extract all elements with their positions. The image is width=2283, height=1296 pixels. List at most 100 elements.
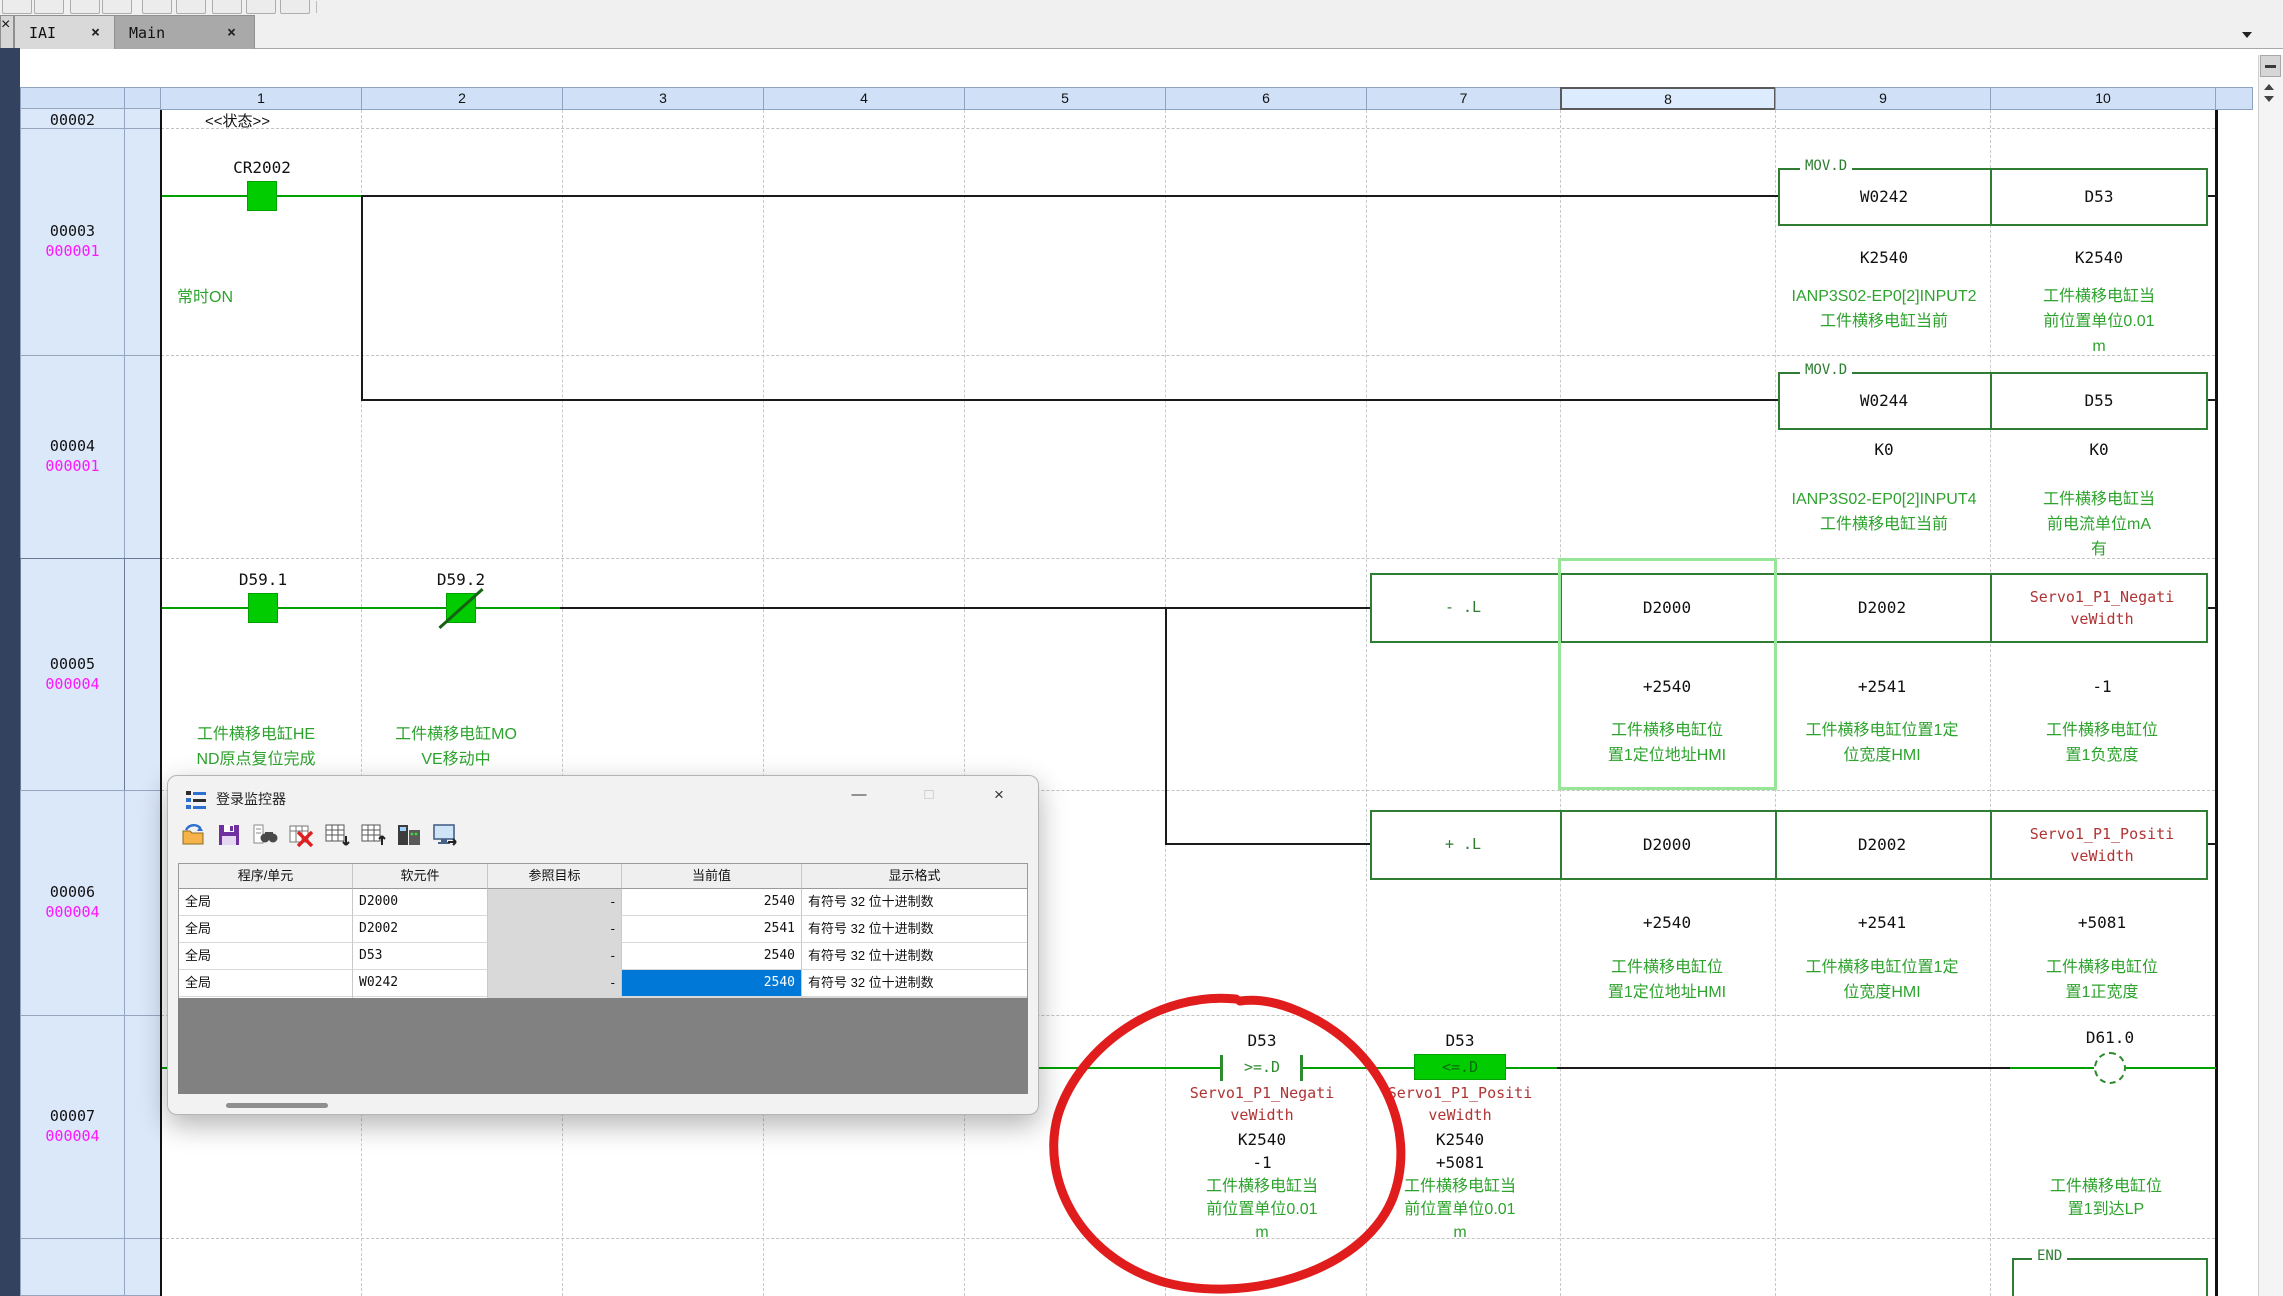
rung-row-cell[interactable] — [124, 1015, 161, 1239]
device-cell[interactable]: D2002 — [353, 916, 488, 943]
mov-dst-device[interactable]: D53 — [2019, 187, 2179, 206]
compare-contact-open[interactable] — [1220, 1055, 1223, 1081]
close-icon[interactable]: × — [227, 23, 236, 41]
toolbar-stub-icon[interactable] — [2, 0, 32, 14]
watch-window[interactable]: 登录监控器 — □ × — [167, 775, 1039, 1115]
find-device-icon[interactable] — [252, 822, 278, 848]
tab-main[interactable]: Main × — [114, 15, 255, 49]
device-cell[interactable]: D53 — [353, 943, 488, 970]
scope-cell[interactable]: 全局 — [179, 943, 353, 970]
value-cell[interactable]: 2540 — [622, 889, 802, 916]
toolbar-stub-icon[interactable] — [70, 0, 100, 14]
column-header-2[interactable]: 2 — [361, 87, 563, 110]
toolbar-stub-icon[interactable] — [212, 0, 242, 14]
minimize-button[interactable]: — — [838, 780, 880, 810]
block-operand-a[interactable]: D2000 — [1587, 835, 1747, 854]
delete-row-icon[interactable] — [288, 822, 314, 848]
column-header-3[interactable]: 3 — [562, 87, 764, 110]
block-operand-b[interactable]: D2002 — [1802, 598, 1962, 617]
watch-row[interactable]: 全局 W0242 - 2540 有符号 32 位十进制数 — [179, 970, 1027, 997]
col-header[interactable]: 程序/单元 — [179, 864, 353, 889]
col-header[interactable]: 显示格式 — [802, 864, 1027, 889]
close-button[interactable]: × — [978, 780, 1020, 810]
scope-cell[interactable]: 全局 — [179, 916, 353, 943]
mov-src-value: K2540 — [1804, 248, 1964, 267]
watch-row[interactable]: 全局 D53 - 2540 有符号 32 位十进制数 — [179, 943, 1027, 970]
split-up-icon[interactable] — [2264, 84, 2274, 90]
block-operand-b[interactable]: D2002 — [1802, 835, 1962, 854]
close-icon[interactable]: × — [1, 16, 10, 33]
vertical-scrollbar[interactable] — [2258, 55, 2283, 1296]
compare-contact-closed[interactable]: <=.D — [1414, 1054, 1506, 1080]
format-cell[interactable]: 有符号 32 位十进制数 — [802, 916, 1027, 943]
ref-cell[interactable]: - — [488, 970, 622, 997]
toolbar-stub-icon[interactable] — [102, 0, 132, 14]
value-cell[interactable]: 2540 — [622, 943, 802, 970]
device-cell[interactable]: W0242 — [353, 970, 488, 997]
column-header-1[interactable]: 1 — [160, 87, 362, 110]
tab-stub[interactable]: × — [0, 15, 14, 50]
col-header[interactable]: 软元件 — [353, 864, 488, 889]
block-divider — [1775, 810, 1777, 880]
watch-row[interactable]: 全局 D2002 - 2541 有符号 32 位十进制数 — [179, 916, 1027, 943]
toolbar-stub-icon[interactable] — [176, 0, 206, 14]
wire-segment — [1302, 1067, 1414, 1069]
close-icon[interactable]: × — [91, 23, 100, 41]
rung-row-cell[interactable] — [20, 1238, 125, 1296]
ref-cell[interactable]: - — [488, 889, 622, 916]
insert-row-below-icon[interactable] — [324, 822, 350, 848]
split-down-icon[interactable] — [2264, 96, 2274, 102]
save-icon[interactable] — [216, 822, 242, 848]
column-header-10[interactable]: 10 — [1990, 87, 2216, 110]
compare-contact-open[interactable] — [1300, 1055, 1303, 1081]
rung-row-cell[interactable] — [124, 108, 161, 129]
rung-row-cell[interactable] — [124, 1238, 161, 1296]
format-cell[interactable]: 有符号 32 位十进制数 — [802, 889, 1027, 916]
scope-cell[interactable]: 全局 — [179, 889, 353, 916]
value-cell-selected[interactable]: 2540 — [622, 970, 802, 997]
ref-cell[interactable]: - — [488, 943, 622, 970]
maximize-button[interactable]: □ — [908, 780, 950, 810]
toolbar-stub-icon[interactable] — [34, 0, 64, 14]
mov-dst-device[interactable]: D55 — [2019, 391, 2179, 410]
block-output-symbol[interactable]: Servo1_P1_PositiveWidth — [2027, 823, 2177, 867]
column-header-9[interactable]: 9 — [1775, 87, 1991, 110]
watch-row[interactable]: 全局 D2000 - 2540 有符号 32 位十进制数 — [179, 889, 1027, 916]
scrollbar-top-button[interactable] — [2260, 55, 2281, 77]
col-header[interactable]: 当前值 — [622, 864, 802, 889]
contact-d59-1[interactable] — [248, 593, 278, 623]
format-cell[interactable]: 有符号 32 位十进制数 — [802, 970, 1027, 997]
ref-cell[interactable]: - — [488, 916, 622, 943]
toolbar-stub-icon[interactable] — [280, 0, 310, 14]
open-file-icon[interactable] — [180, 822, 206, 848]
toolbar-stub-icon[interactable] — [142, 0, 172, 14]
monitor-transfer-icon[interactable] — [432, 822, 458, 848]
contact-cr2002[interactable] — [247, 181, 277, 211]
column-header-7[interactable]: 7 — [1366, 87, 1561, 110]
toolbar-stub-icon[interactable] — [246, 0, 276, 14]
rung-row-cell[interactable] — [124, 355, 161, 559]
wire-segment — [1165, 843, 1370, 845]
rung-row-cell[interactable] — [124, 128, 161, 356]
scope-cell[interactable]: 全局 — [179, 970, 353, 997]
mov-src-device[interactable]: W0244 — [1804, 391, 1964, 410]
horizontal-scrollbar-thumb[interactable] — [226, 1103, 328, 1108]
column-header-4[interactable]: 4 — [763, 87, 965, 110]
mov-src-device[interactable]: W0242 — [1804, 187, 1964, 206]
tab-iai[interactable]: IAI × — [14, 15, 116, 49]
rung-row-cell[interactable] — [124, 790, 161, 1016]
block-output-symbol[interactable]: Servo1_P1_NegativeWidth — [2027, 586, 2177, 630]
format-cell[interactable]: 有符号 32 位十进制数 — [802, 943, 1027, 970]
rung-row-cell-selected[interactable] — [124, 558, 161, 791]
column-header-6[interactable]: 6 — [1165, 87, 1367, 110]
coil-d61-0[interactable] — [2094, 1052, 2126, 1084]
insert-row-above-icon[interactable] — [360, 822, 386, 848]
column-header-5[interactable]: 5 — [964, 87, 1166, 110]
value-cell[interactable]: 2541 — [622, 916, 802, 943]
device-cell[interactable]: D2000 — [353, 889, 488, 916]
register-device-icon[interactable] — [396, 822, 422, 848]
dropdown-arrow-icon[interactable] — [2242, 32, 2252, 38]
column-header-8-selected[interactable]: 8 — [1560, 87, 1776, 110]
col-header[interactable]: 参照目标 — [488, 864, 622, 889]
wire-segment — [2126, 1067, 2216, 1069]
